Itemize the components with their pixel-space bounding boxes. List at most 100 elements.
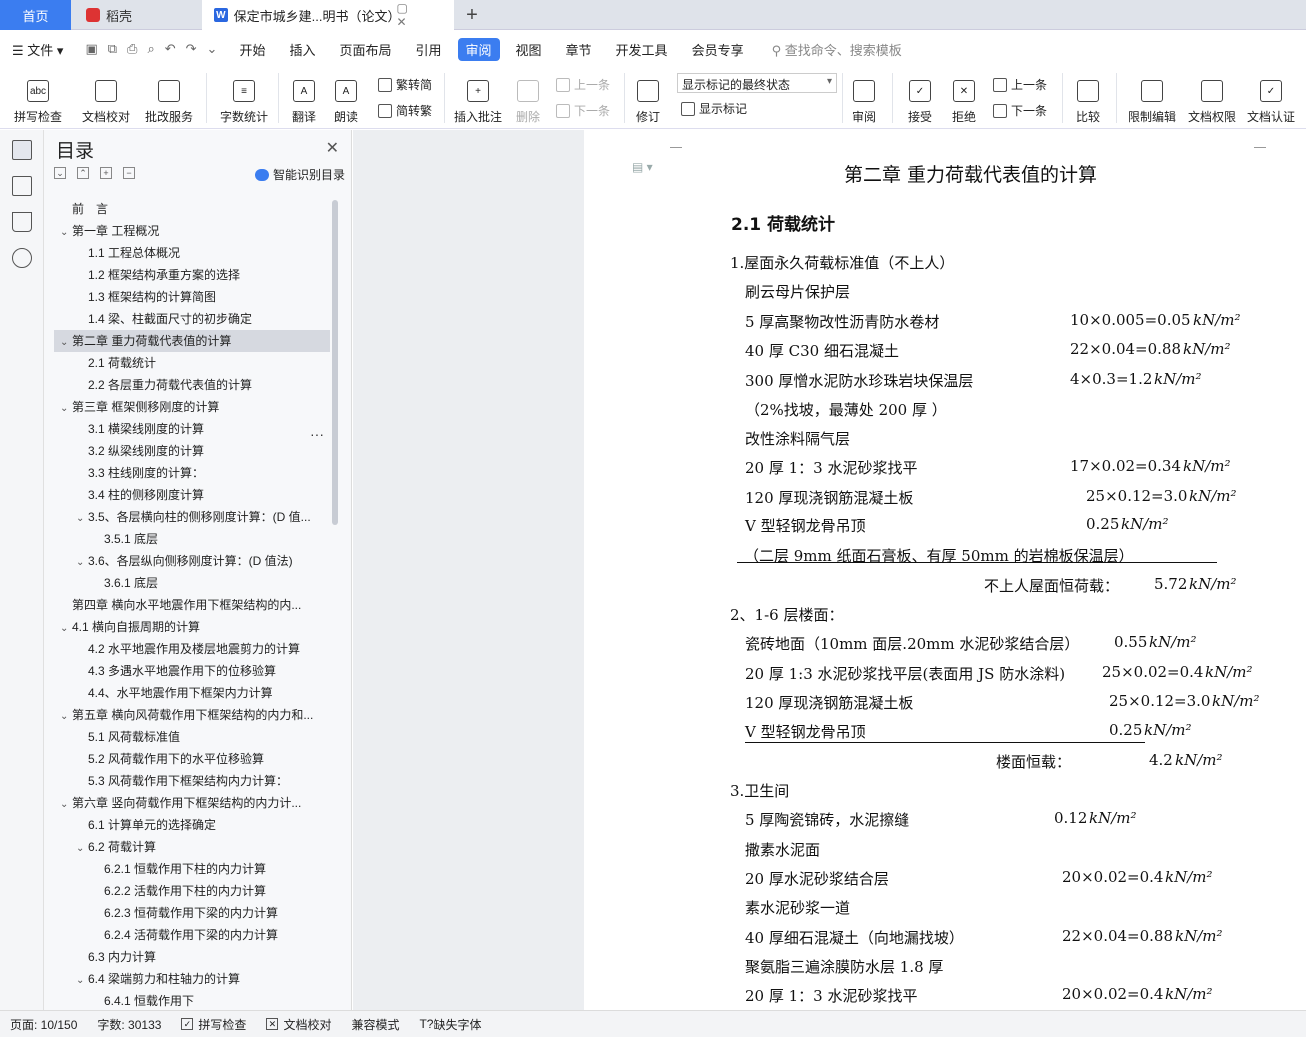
chevron-down-icon[interactable]: ⌄ — [76, 552, 88, 572]
revise-button[interactable]: 修订 — [630, 71, 666, 125]
outline-item[interactable]: 5.3 风荷载作用下框架结构内力计算： — [54, 770, 330, 792]
outline-item[interactable]: ⌄ 6.2 荷载计算 — [54, 836, 330, 858]
chevron-down-icon[interactable]: ⌄ — [60, 794, 72, 814]
smart-toc-button[interactable]: 智能识别目录 — [254, 166, 345, 183]
delete-comment-button[interactable]: 删除 — [510, 71, 546, 125]
menu-review[interactable]: 审阅 — [457, 37, 500, 61]
outline-item[interactable]: 6.2.3 恒荷载作用下梁的内力计算 — [54, 902, 330, 924]
preview-icon[interactable]: ⌕ — [147, 41, 154, 57]
doc-certify-button[interactable]: ✓ 文档认证 — [1242, 71, 1300, 125]
missing-font-status[interactable]: T? 缺失字体 — [409, 1016, 491, 1033]
review-pane-button[interactable]: 审阅 — [846, 71, 882, 125]
outline-item[interactable]: ⌄ 3.5、各层横向柱的侧移刚度计算：(D 值... — [54, 506, 330, 528]
outline-item[interactable]: 6.4.1 恒载作用下 — [54, 990, 330, 1012]
chevron-down-icon[interactable]: ⌄ — [60, 222, 72, 242]
chapter-nav-icon[interactable] — [12, 176, 32, 196]
outline-item[interactable]: ⌄ 3.6、各层纵向侧移刚度计算：(D 值法) — [54, 550, 330, 572]
bookmark-icon[interactable] — [12, 212, 32, 232]
outline-item[interactable]: 3.5.1 底层 — [54, 528, 330, 550]
menu-insert[interactable]: 插入 — [277, 40, 327, 59]
menu-view[interactable]: 视图 — [504, 40, 554, 59]
command-search[interactable]: ⚲ 查找命令、搜索模板 — [756, 40, 902, 59]
show-markup-button[interactable]: 显示标记 — [681, 100, 747, 117]
search-icon[interactable] — [12, 248, 32, 268]
next-change-button[interactable]: 下一条 — [993, 102, 1047, 119]
outline-item[interactable]: 3.3 柱线刚度的计算： — [54, 462, 330, 484]
outline-item[interactable]: 6.2.2 活载作用下柱的内力计算 — [54, 880, 330, 902]
page-menu-icon[interactable]: ▤ ▾ — [632, 160, 653, 174]
outline-item[interactable]: 3.6.1 底层 — [54, 572, 330, 594]
outline-item[interactable]: 6.2.1 恒载作用下柱的内力计算 — [54, 858, 330, 880]
outline-item[interactable]: 2.2 各层重力荷载代表值的计算 — [54, 374, 330, 396]
chevron-down-icon[interactable]: ⌄ — [60, 398, 72, 418]
export-icon[interactable]: ⧉ — [108, 41, 117, 57]
outline-item[interactable]: 1.3 框架结构的计算简图 — [54, 286, 330, 308]
document-page[interactable]: ▤ ▾ 第二章 重力荷载代表值的计算 2.1 荷载统计 1.屋面永久荷载标准值（不上… — [584, 130, 1306, 1010]
doc-check-button[interactable]: 文档校对 — [78, 71, 134, 125]
menu-reference[interactable]: 引用 — [403, 40, 453, 59]
tab-document[interactable]: W 保定市城乡建...明书（论文） ▢ ✕ — [202, 0, 454, 30]
outline-item[interactable]: 1.1 工程总体概况 — [54, 242, 330, 264]
compare-button[interactable]: 比较 — [1070, 71, 1106, 125]
file-menu[interactable]: ☰ 文件 ▾ — [0, 40, 75, 59]
outline-item[interactable]: ⌄ 第一章 工程概况 — [54, 220, 330, 242]
menu-member[interactable]: 会员专享 — [680, 40, 756, 59]
outline-item[interactable]: 4.2 水平地震作用及楼层地震剪力的计算 — [54, 638, 330, 660]
markup-mode-select[interactable]: 显示标记的最终状态 — [677, 73, 837, 93]
outline-item[interactable]: 2.1 荷载统计 — [54, 352, 330, 374]
word-count-button[interactable]: ≡ 字数统计 — [216, 71, 272, 125]
chevron-down-icon[interactable]: ⌄ — [60, 706, 72, 726]
menu-developer[interactable]: 开发工具 — [604, 40, 680, 59]
prev-comment-button[interactable]: 上一条 — [556, 76, 610, 93]
outline-item[interactable]: 前 言 — [54, 198, 330, 220]
outline-item[interactable]: 4.3 多遇水平地震作用下的位移验算 — [54, 660, 330, 682]
new-tab-button[interactable]: + — [460, 0, 484, 30]
chevron-down-icon[interactable]: ⌄ — [76, 508, 88, 528]
insert-comment-button[interactable]: + 插入批注 — [452, 71, 504, 125]
more-icon[interactable]: ⌄ — [207, 41, 218, 57]
spell-check-button[interactable]: abc 拼写检查 — [10, 71, 66, 125]
expand-all-icon[interactable]: ⌃ — [77, 167, 89, 179]
trad-to-simp-button[interactable]: 繁转简 — [378, 76, 432, 93]
doc-permission-button[interactable]: 文档权限 — [1184, 71, 1240, 125]
chevron-down-icon[interactable]: ⌄ — [60, 332, 72, 352]
outline-item[interactable]: 5.2 风荷载作用下的水平位移验算 — [54, 748, 330, 770]
translate-button[interactable]: A 翻译 — [286, 71, 322, 125]
outline-item[interactable]: 6.2.4 活荷载作用下梁的内力计算 — [54, 924, 330, 946]
outline-item[interactable]: 3.4 柱的侧移刚度计算 — [54, 484, 330, 506]
tab-home[interactable]: 首页 — [0, 0, 71, 30]
outline-item[interactable]: 4.4、水平地震作用下框架内力计算 — [54, 682, 330, 704]
menu-start[interactable]: 开始 — [227, 40, 277, 59]
add-heading-icon[interactable]: + — [100, 167, 112, 179]
remove-heading-icon[interactable]: − — [123, 167, 135, 179]
outline-item[interactable]: 1.4 梁、柱截面尺寸的初步确定 — [54, 308, 330, 330]
outline-item[interactable]: 第四章 横向水平地震作用下框架结构的内... — [54, 594, 330, 616]
outline-item[interactable]: ⌄ 6.4 梁端剪力和柱轴力的计算 — [54, 968, 330, 990]
print-icon[interactable]: ⎙ — [127, 41, 137, 57]
chevron-down-icon[interactable]: ⌄ — [76, 970, 88, 990]
outline-icon[interactable] — [12, 140, 32, 160]
outline-item[interactable]: 6.3 内力计算 — [54, 946, 330, 968]
more-icon[interactable]: ··· — [310, 426, 324, 442]
outline-item[interactable]: ⌄ 第三章 框架侧移刚度的计算 — [54, 396, 330, 418]
undo-icon[interactable]: ↶ — [165, 41, 176, 57]
outline-item[interactable]: ⌄ 第二章 重力荷载代表值的计算 — [54, 330, 330, 352]
page-indicator[interactable]: 页面: 10/150 — [0, 1016, 87, 1033]
word-count-status[interactable]: 字数: 30133 — [87, 1016, 171, 1033]
accept-button[interactable]: ✓ 接受 — [902, 71, 938, 125]
chevron-down-icon[interactable]: ⌄ — [60, 618, 72, 638]
restrict-edit-button[interactable]: 限制编辑 — [1124, 71, 1180, 125]
reject-button[interactable]: ✕ 拒绝 — [946, 71, 982, 125]
chevron-down-icon[interactable]: ⌄ — [76, 838, 88, 858]
outline-item[interactable]: 6.1 计算单元的选择确定 — [54, 814, 330, 836]
outline-item[interactable]: ⌄ 第六章 竖向荷载作用下框架结构的内力计... — [54, 792, 330, 814]
menu-chapter[interactable]: 章节 — [554, 40, 604, 59]
close-icon[interactable]: ✕ — [326, 138, 339, 158]
tab-daoke[interactable]: 稻壳 — [72, 0, 200, 30]
simp-to-trad-button[interactable]: 简转繁 — [378, 102, 432, 119]
menu-layout[interactable]: 页面布局 — [327, 40, 403, 59]
outline-item[interactable]: ⌄ 4.1 横向自振周期的计算 — [54, 616, 330, 638]
outline-item[interactable]: 3.1 横梁线刚度的计算 — [54, 418, 330, 440]
outline-scrollbar[interactable] — [332, 200, 338, 525]
save-icon[interactable]: ▣ — [85, 41, 97, 57]
